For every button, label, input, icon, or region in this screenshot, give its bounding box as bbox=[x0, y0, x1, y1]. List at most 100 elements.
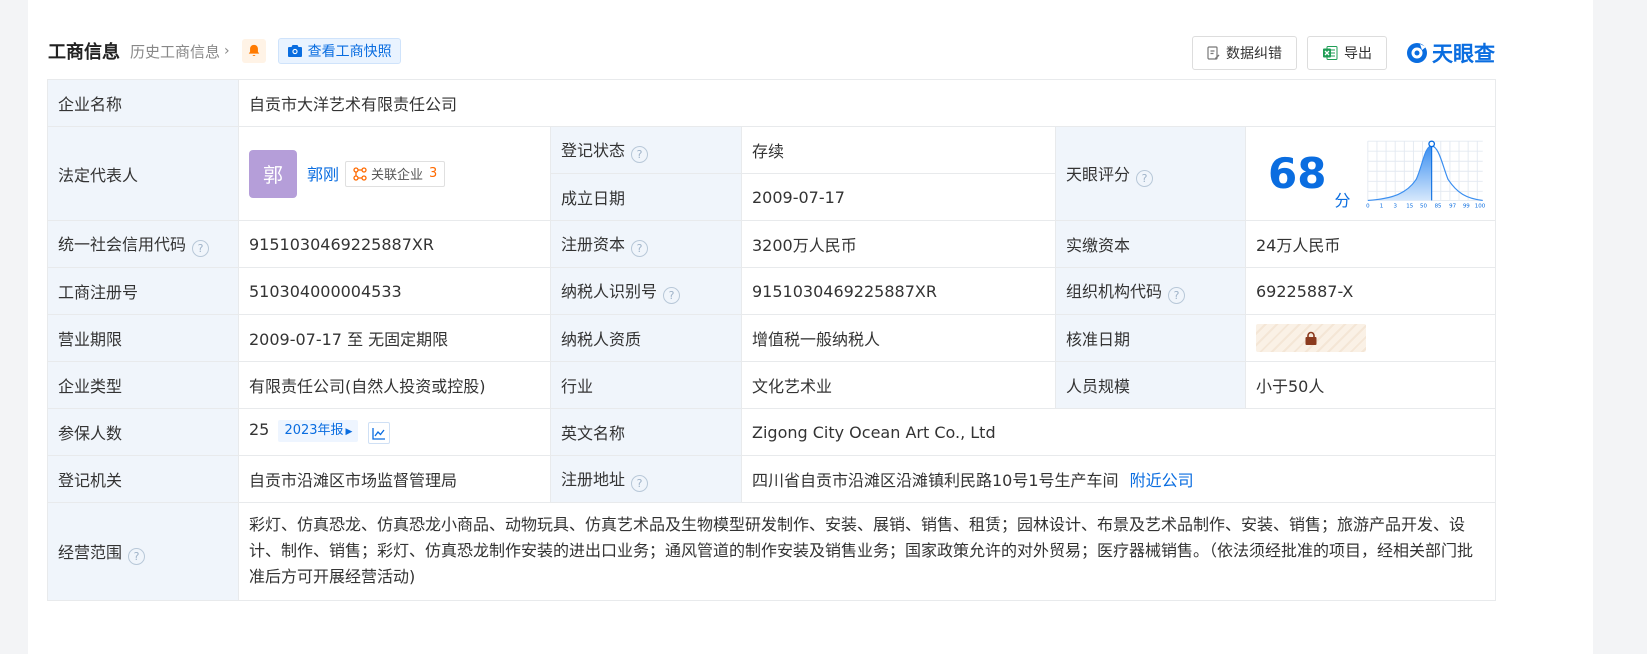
company-type-label: 企业类型 bbox=[47, 361, 239, 409]
found-date-label: 成立日期 bbox=[550, 173, 742, 221]
industry-label: 行业 bbox=[550, 361, 742, 409]
credit-code-label-cell: 统一社会信用代码? bbox=[47, 220, 239, 268]
english-name-value: Zigong City Ocean Art Co., Ltd bbox=[740, 408, 1497, 456]
legal-rep: 郭 郭刚 关联企业 3 bbox=[249, 149, 540, 198]
table-row: 参保人数 25 2023年报 ▶ 英文名称 Zigong City Ocean A… bbox=[47, 408, 1497, 456]
related-companies-count: 3 bbox=[429, 166, 438, 181]
biz-reg-label: 工商注册号 bbox=[47, 267, 239, 315]
industry-value: 文化艺术业 bbox=[741, 361, 1056, 409]
trend-chart-button[interactable] bbox=[367, 422, 390, 445]
help-icon[interactable]: ? bbox=[1136, 169, 1154, 187]
found-date-value: 2009-07-17 bbox=[741, 173, 1056, 221]
insured-value: 25 bbox=[249, 419, 270, 439]
help-icon[interactable]: ? bbox=[631, 475, 649, 492]
approve-date-label: 核准日期 bbox=[1055, 314, 1246, 362]
legal-rep-name[interactable]: 郭刚 bbox=[307, 161, 339, 185]
tax-qual-value: 增值税一般纳税人 bbox=[741, 314, 1056, 362]
annual-report-tag[interactable]: 2023年报 ▶ bbox=[278, 419, 359, 442]
score-label: 天眼评分 bbox=[1066, 164, 1131, 184]
scope-value: 彩灯、仿真恐龙、仿真恐龙小商品、动物玩具、仿真艺术品及生物模型研发制作、安装、展… bbox=[237, 502, 1497, 601]
address-label-cell: 注册地址? bbox=[550, 455, 742, 503]
credit-code-value: 9151030469225887XR bbox=[238, 220, 551, 268]
lock-icon bbox=[1305, 331, 1317, 345]
table-row: 统一社会信用代码? 9151030469225887XR 注册资本? 3200万… bbox=[47, 220, 1497, 268]
data-correction-button[interactable]: 数据纠错 bbox=[1192, 36, 1297, 70]
section-title: 工商信息 bbox=[48, 42, 120, 63]
term-value: 2009-07-17 至 无固定期限 bbox=[238, 314, 551, 362]
snapshot-button[interactable]: 查看工商快照 bbox=[277, 38, 401, 64]
staff-size-value: 小于50人 bbox=[1244, 361, 1497, 409]
taxpayer-id-value: 9151030469225887XR bbox=[741, 267, 1056, 315]
chevron-right-icon: › bbox=[224, 43, 230, 59]
paid-capital-value: 24万人民币 bbox=[1244, 220, 1497, 268]
monitor-bell-button[interactable] bbox=[241, 39, 266, 63]
history-link[interactable]: 历史工商信息 › bbox=[130, 41, 230, 62]
reg-capital-label-cell: 注册资本? bbox=[550, 220, 742, 268]
address-cell: 四川省自贡市沿滩区沿滩镇利民路10号1号生产车间 附近公司 bbox=[740, 455, 1497, 503]
org-code-label: 组织机构代码 bbox=[1066, 282, 1163, 301]
help-icon[interactable]: ? bbox=[1168, 287, 1186, 304]
help-icon[interactable]: ? bbox=[128, 547, 146, 565]
score-axis-tick: 97 bbox=[1450, 203, 1457, 209]
export-button[interactable]: 导出 bbox=[1307, 36, 1387, 70]
table-row: 登记机关 自贡市沿滩区市场监督管理局 注册地址? 四川省自贡市沿滩区沿滩镇利民路… bbox=[47, 455, 1497, 503]
staff-size-label: 人员规模 bbox=[1055, 361, 1246, 409]
header-tools: 数据纠错 导出 天眼查 bbox=[1182, 36, 1495, 70]
score-distribution-chart: 0 1 3 15 50 85 97 99 100 bbox=[1367, 139, 1485, 209]
score-value: 68 bbox=[1268, 148, 1327, 198]
score-axis-tick: 99 bbox=[1463, 203, 1470, 209]
credit-code-label: 统一社会信用代码 bbox=[58, 235, 187, 254]
company-type-value: 有限责任公司(自然人投资或控股) bbox=[238, 361, 551, 409]
business-info-table: 企业名称 自贡市大洋艺术有限责任公司 法定代表人 郭 郭刚 关联企业 3 登记状… bbox=[47, 79, 1497, 601]
address-value: 四川省自贡市沿滩区沿滩镇利民路10号1号生产车间 bbox=[752, 471, 1119, 490]
camera-icon bbox=[287, 45, 302, 57]
score-axis-tick: 100 bbox=[1475, 203, 1485, 209]
locked-value[interactable] bbox=[1256, 324, 1366, 352]
network-icon bbox=[353, 166, 367, 181]
table-row: 企业名称 自贡市大洋艺术有限责任公司 bbox=[47, 79, 1497, 127]
avatar[interactable]: 郭 bbox=[249, 149, 297, 198]
help-icon[interactable]: ? bbox=[631, 240, 649, 257]
tax-qual-label: 纳税人资质 bbox=[550, 314, 742, 362]
org-code-value: 69225887-X bbox=[1244, 267, 1497, 315]
help-icon[interactable]: ? bbox=[192, 240, 210, 257]
org-code-label-cell: 组织机构代码? bbox=[1055, 267, 1246, 315]
related-companies-label: 关联企业 bbox=[371, 168, 424, 183]
section-header: 工商信息 历史工商信息 › 查看工商快照 数据纠错 导出 天眼查 bbox=[48, 36, 1495, 70]
excel-icon bbox=[1323, 46, 1338, 60]
status-label-cell: 登记状态? bbox=[550, 126, 742, 174]
score-widget: 68 分 0 1 3 15 50 85 97 99 100 bbox=[1256, 135, 1485, 213]
related-companies-tag[interactable]: 关联企业 3 bbox=[345, 160, 446, 187]
authority-value: 自贡市沿滩区市场监督管理局 bbox=[238, 455, 551, 503]
biz-reg-value: 510304000004533 bbox=[238, 267, 551, 315]
authority-label: 登记机关 bbox=[47, 455, 239, 503]
table-row: 法定代表人 郭 郭刚 关联企业 3 登记状态? 存续 天眼评分? 68 分 0 … bbox=[47, 126, 1497, 221]
data-correction-label: 数据纠错 bbox=[1226, 46, 1282, 62]
score-axis-tick: 85 bbox=[1435, 203, 1442, 209]
score-axis-tick: 0 bbox=[1367, 203, 1371, 209]
status-label: 登记状态 bbox=[561, 141, 626, 160]
score-axis-tick: 1 bbox=[1380, 203, 1383, 209]
bell-icon bbox=[248, 44, 259, 56]
taxpayer-id-label-cell: 纳税人识别号? bbox=[550, 267, 742, 315]
edit-doc-icon bbox=[1207, 46, 1220, 60]
table-row: 企业类型 有限责任公司(自然人投资或控股) 行业 文化艺术业 人员规模 小于50… bbox=[47, 361, 1497, 409]
table-row: 营业期限 2009-07-17 至 无固定期限 纳税人资质 增值税一般纳税人 核… bbox=[47, 314, 1497, 362]
legal-rep-label: 法定代表人 bbox=[47, 126, 239, 221]
annual-report-label: 2023年报 bbox=[284, 422, 344, 438]
legal-rep-cell: 郭 郭刚 关联企业 3 bbox=[238, 126, 551, 221]
score-label-cell: 天眼评分? bbox=[1055, 126, 1246, 221]
status-value: 存续 bbox=[741, 126, 1056, 174]
help-icon[interactable]: ? bbox=[631, 146, 649, 163]
help-icon[interactable]: ? bbox=[663, 287, 681, 304]
address-label: 注册地址 bbox=[561, 470, 626, 489]
scope-label: 经营范围 bbox=[58, 542, 123, 562]
export-label: 导出 bbox=[1344, 46, 1372, 62]
table-row: 工商注册号 510304000004533 纳税人识别号? 9151030469… bbox=[47, 267, 1497, 315]
tianyancha-logo-icon bbox=[1407, 43, 1427, 63]
nearby-companies-link[interactable]: 附近公司 bbox=[1130, 471, 1194, 490]
score-cell[interactable]: 68 分 0 1 3 15 50 85 97 99 100 bbox=[1244, 126, 1497, 221]
score-axis-tick: 15 bbox=[1407, 203, 1414, 209]
logo-text: 天眼查 bbox=[1432, 42, 1495, 66]
table-row: 经营范围? 彩灯、仿真恐龙、仿真恐龙小商品、动物玩具、仿真艺术品及生物模型研发制… bbox=[47, 502, 1497, 601]
